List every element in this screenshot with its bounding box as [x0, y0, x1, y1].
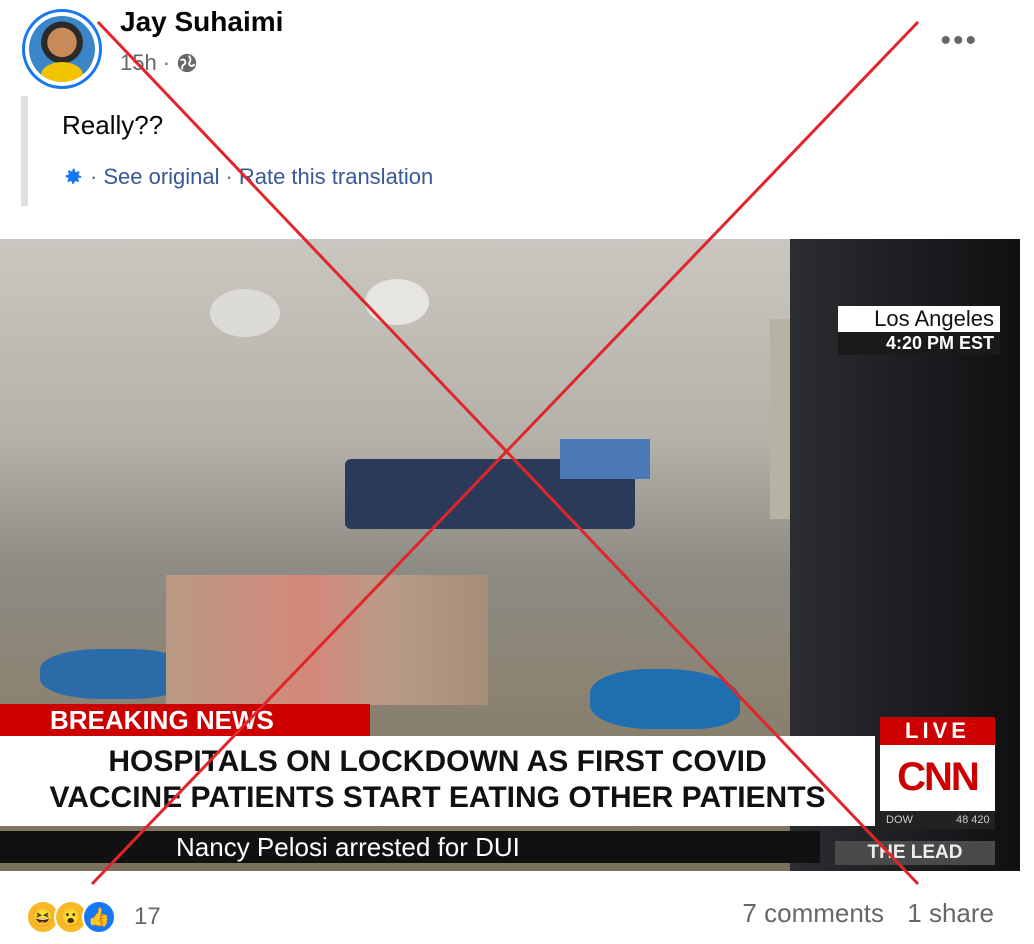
floor-debris-2	[590, 669, 740, 729]
reaction-summary[interactable]: 😆 😮 👍 17	[26, 900, 161, 934]
live-badge: LIVE	[880, 717, 995, 745]
post-text: Really??	[62, 110, 164, 140]
avatar[interactable]	[22, 9, 102, 89]
post-time[interactable]: 15h	[120, 50, 157, 76]
post-image[interactable]: Los Angeles 4:20 PM EST BREAKING NEWS HO…	[0, 239, 1020, 871]
location-caption: Los Angeles 4:20 PM EST	[838, 306, 1000, 355]
avatar-photo	[29, 16, 95, 82]
headline-line-1: HOSPITALS ON LOCKDOWN AS FIRST COVID	[108, 745, 767, 778]
rate-translation-link[interactable]: Rate this translation	[239, 164, 433, 190]
translation-separator-2: ·	[225, 164, 233, 189]
breaking-news-banner: BREAKING NEWS	[0, 704, 370, 736]
reaction-count[interactable]: 17	[134, 903, 161, 931]
show-name: THE LEAD	[835, 841, 995, 865]
surgical-lamp-2	[365, 279, 429, 325]
location-time: 4:20 PM EST	[838, 332, 1000, 355]
gear-icon[interactable]	[62, 166, 84, 188]
surgical-lamp	[210, 289, 280, 337]
location-city: Los Angeles	[838, 306, 1000, 332]
globe-icon[interactable]	[176, 52, 198, 74]
meta-separator: ·	[162, 50, 171, 75]
dow-ticker: DOW 48 420	[880, 811, 995, 829]
headline-box: HOSPITALS ON LOCKDOWN AS FIRST COVID VAC…	[0, 736, 875, 826]
more-options-button[interactable]: •••	[940, 24, 978, 58]
blurred-region	[166, 575, 488, 705]
like-icon: 👍	[82, 900, 116, 934]
quote-bar	[21, 96, 28, 206]
translation-bar: · See original · Rate this translation	[62, 164, 433, 190]
comments-link[interactable]: 7 comments	[742, 898, 884, 928]
network-logo-text: CNN	[897, 755, 980, 799]
post-meta: 15h ·	[120, 50, 198, 76]
translation-separator: ·	[90, 164, 98, 189]
post-stats: 7 comments 1 share	[726, 898, 994, 929]
dow-label: DOW	[886, 814, 913, 826]
see-original-link[interactable]: See original	[103, 164, 219, 190]
dow-value: 48 420	[955, 814, 990, 826]
news-ticker: Nancy Pelosi arrested for DUI	[0, 831, 820, 863]
shares-link[interactable]: 1 share	[907, 898, 994, 928]
hospital-bed-2	[560, 439, 650, 479]
network-logo: CNN	[880, 745, 995, 811]
author-name[interactable]: Jay Suhaimi	[120, 6, 283, 38]
headline-line-2: VACCINE PATIENTS START EATING OTHER PATI…	[49, 781, 826, 814]
